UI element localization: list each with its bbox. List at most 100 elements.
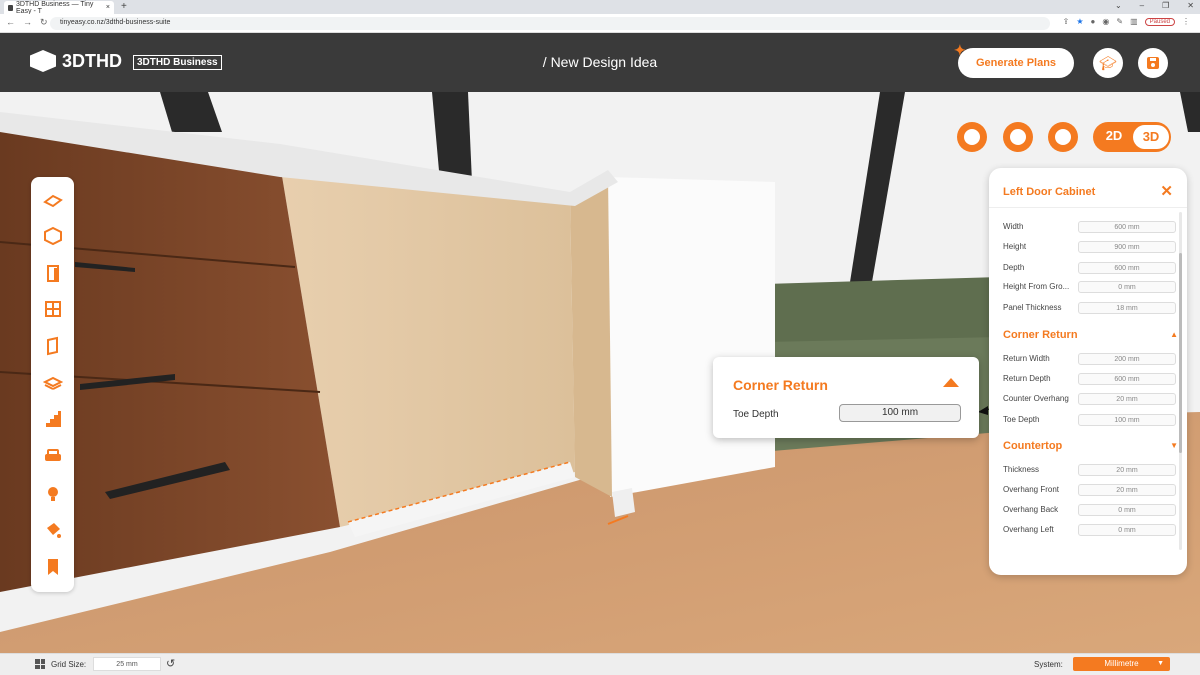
prop-input[interactable]: 600 mm — [1078, 221, 1176, 233]
prop-input[interactable]: 20 mm — [1078, 484, 1176, 496]
extension-icon[interactable]: ● — [1091, 17, 1096, 26]
prop-row-height: Height 900 mm — [1003, 241, 1178, 254]
prop-label: Return Width — [1003, 354, 1050, 363]
prop-input[interactable]: 600 mm — [1078, 373, 1176, 385]
url-bar[interactable]: tinyeasy.co.nz/3dthd-business-suite — [50, 17, 1050, 30]
door-tool-icon[interactable] — [41, 261, 64, 284]
camera-view-button[interactable] — [1048, 122, 1078, 152]
measure-view-button[interactable] — [957, 122, 987, 152]
caret-up-icon[interactable] — [943, 378, 959, 387]
lighting-tool-icon[interactable] — [41, 481, 64, 504]
prop-input[interactable]: 0 mm — [1078, 524, 1176, 536]
prop-row-panel-thickness: Panel Thickness 18 mm — [1003, 302, 1178, 315]
maximize-icon[interactable]: ❐ — [1162, 1, 1169, 10]
view-mode-toggle[interactable]: 2D 3D — [1093, 122, 1171, 152]
prop-label: Thickness — [1003, 465, 1040, 474]
mode-2d-button[interactable]: 2D — [1099, 128, 1129, 143]
panel-scroll-thumb[interactable] — [1179, 253, 1182, 453]
puzzle-icon[interactable]: ✎ — [1116, 17, 1123, 26]
prop-input[interactable]: 0 mm — [1078, 504, 1176, 516]
grid-icon — [35, 659, 45, 669]
new-tab-button[interactable]: + — [121, 1, 127, 12]
minimize-icon[interactable]: – — [1140, 1, 1144, 10]
floor-tool-icon[interactable] — [41, 188, 64, 211]
prop-row-height-from-ground: Height From Gro... 0 mm — [1003, 281, 1178, 294]
prop-label: Height From Gro... — [1003, 282, 1070, 291]
wall-tool-icon[interactable] — [41, 334, 64, 357]
share-icon[interactable]: ⇪ — [1063, 17, 1070, 26]
chevron-down-icon[interactable]: ⌄ — [1115, 1, 1122, 10]
prop-input[interactable]: 900 mm — [1078, 241, 1176, 253]
prop-input[interactable]: 100 mm — [1078, 414, 1176, 426]
stairs-tool-icon[interactable] — [41, 407, 64, 430]
status-footer: Grid Size: 25 mm ↺ System: Millimetre ▼ — [0, 653, 1200, 675]
room-tool-icon[interactable] — [41, 224, 64, 247]
furniture-tool-icon[interactable] — [41, 444, 64, 467]
save-icon — [1147, 57, 1159, 69]
toe-depth-input[interactable]: 100 mm — [839, 404, 961, 422]
grid-size-input[interactable]: 25 mm — [93, 657, 161, 671]
prop-label: Toe Depth — [1003, 415, 1040, 424]
paint-tool-icon[interactable] — [41, 518, 64, 541]
camera-icon[interactable]: ◉ — [1102, 17, 1109, 26]
generate-plans-button[interactable]: ✦ Generate Plans — [954, 42, 1074, 78]
prop-label: Return Depth — [1003, 374, 1051, 383]
panel-title: Left Door Cabinet — [1003, 186, 1096, 198]
layers-icon — [1010, 129, 1026, 145]
browser-tabbar: 3DTHD Business — Tiny Easy - T × + ⌄ – ❐… — [0, 0, 1200, 15]
walls-icon — [1055, 129, 1071, 145]
prop-label: Depth — [1003, 263, 1025, 272]
close-icon[interactable]: ✕ — [1160, 182, 1173, 200]
reload-icon[interactable]: ↻ — [40, 17, 48, 28]
prop-input[interactable]: 200 mm — [1078, 353, 1176, 365]
save-button[interactable] — [1138, 48, 1168, 78]
prop-input[interactable]: 0 mm — [1078, 281, 1176, 293]
prop-label: Overhang Front — [1003, 485, 1060, 494]
prop-row-thickness: Thickness 20 mm — [1003, 464, 1178, 477]
tab-close-icon[interactable]: × — [106, 4, 110, 11]
layers-view-button[interactable] — [1003, 122, 1033, 152]
browser-addressbar: ← → ↻ tinyeasy.co.nz/3dthd-business-suit… — [0, 14, 1200, 33]
slab-tool-icon[interactable] — [41, 371, 64, 394]
profile-paused-badge[interactable]: Paused — [1144, 17, 1175, 26]
prop-row-width: Width 600 mm — [1003, 221, 1178, 234]
tutorial-button[interactable]: 🎓︎ — [1093, 48, 1123, 78]
prop-row-return-depth: Return Depth 600 mm — [1003, 373, 1178, 386]
generate-plans-label: Generate Plans — [975, 57, 1057, 69]
star-icon[interactable]: ★ — [1076, 17, 1083, 26]
mode-3d-button[interactable]: 3D — [1133, 125, 1169, 149]
app-header: 3DTHD 3DTHD Business / New Design Idea ✦… — [0, 33, 1200, 92]
close-window-icon[interactable]: ✕ — [1187, 1, 1194, 10]
system-label: System: — [1034, 660, 1063, 669]
graduation-cap-icon: 🎓︎ — [1099, 54, 1117, 71]
section-corner-return[interactable]: Corner Return ▲ — [1003, 329, 1178, 341]
prop-label: Overhang Left — [1003, 525, 1054, 534]
browser-tab[interactable]: 3DTHD Business — Tiny Easy - T × — [4, 1, 114, 15]
prop-input[interactable]: 18 mm — [1078, 302, 1176, 314]
window-controls: ⌄ – ❐ ✕ — [1115, 1, 1194, 10]
prop-input[interactable]: 600 mm — [1078, 262, 1176, 274]
section-countertop[interactable]: Countertop ▼ — [1003, 440, 1178, 452]
prop-row-counter-overhang: Counter Overhang 20 mm — [1003, 393, 1178, 406]
left-toolbar — [31, 177, 74, 592]
prop-label: Panel Thickness — [1003, 303, 1062, 312]
prop-label: Width — [1003, 222, 1024, 231]
forward-icon[interactable]: → — [23, 17, 32, 28]
prop-label: Height — [1003, 242, 1027, 251]
prop-input[interactable]: 20 mm — [1078, 393, 1176, 405]
panel-divider — [989, 207, 1187, 208]
prop-row-toe-depth: Toe Depth 100 mm — [1003, 414, 1178, 427]
system-select[interactable]: Millimetre ▼ — [1073, 657, 1170, 671]
menu-icon[interactable]: ⋮ — [1182, 17, 1190, 26]
section-title: Corner Return — [1003, 329, 1078, 341]
sidebar-icon[interactable]: ▥ — [1130, 17, 1138, 26]
grid-size-label: Grid Size: — [51, 660, 87, 669]
bookmark-tool-icon[interactable] — [41, 555, 64, 578]
extension-icons: ⇪ ★ ● ◉ ✎ ▥ Paused ⋮ — [1063, 17, 1190, 26]
window-tool-icon[interactable] — [41, 297, 64, 320]
prop-input[interactable]: 20 mm — [1078, 464, 1176, 476]
reset-icon[interactable]: ↺ — [166, 657, 175, 670]
back-icon[interactable]: ← — [6, 17, 15, 28]
caret-down-icon[interactable]: ▼ — [1170, 441, 1178, 450]
caret-up-icon[interactable]: ▲ — [1170, 330, 1178, 339]
